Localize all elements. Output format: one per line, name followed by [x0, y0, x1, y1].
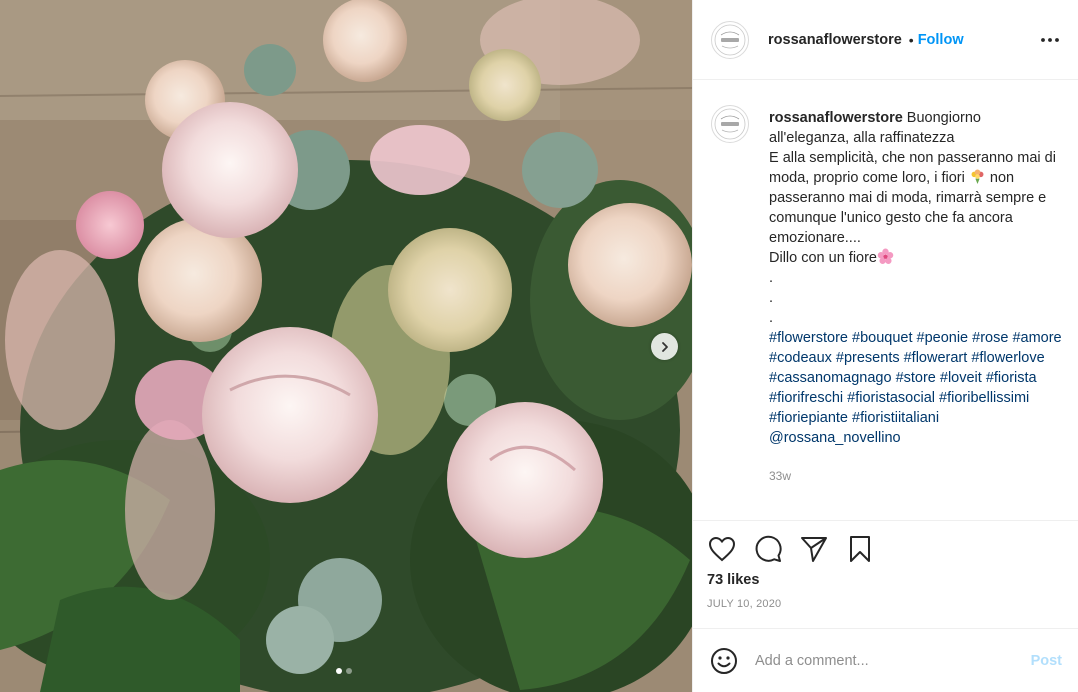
- action-icons: [707, 534, 1062, 564]
- instagram-post: rossanaflowerstore • Follow rossanaflowe…: [0, 0, 1078, 692]
- header-separator: •: [908, 31, 914, 48]
- caption-time-ago[interactable]: 33w: [769, 466, 1062, 486]
- caption-dots: . . .: [769, 270, 774, 326]
- bookmark-icon: [850, 536, 870, 562]
- more-options-button[interactable]: [1038, 28, 1062, 52]
- rossana-logo-icon: [714, 24, 746, 55]
- like-button[interactable]: [707, 534, 737, 564]
- chevron-right-icon: [661, 341, 668, 352]
- caption-avatar[interactable]: [711, 105, 749, 143]
- flower-bouquet-photo: [0, 0, 692, 692]
- post-date[interactable]: JULY 10, 2020: [707, 598, 1062, 610]
- rossana-logo-icon: [714, 108, 746, 140]
- likes-count[interactable]: 73 likes: [707, 572, 1062, 588]
- header-username[interactable]: rossanaflowerstore: [768, 32, 902, 48]
- add-comment-bar: Post: [693, 628, 1078, 692]
- heart-icon: [708, 536, 736, 562]
- bouquet-emoji-icon: [971, 169, 984, 184]
- comment-button[interactable]: [753, 534, 783, 564]
- comment-bubble-icon: [755, 535, 782, 562]
- carousel-dot: [346, 668, 352, 674]
- post-actions: 73 likes JULY 10, 2020: [693, 520, 1078, 628]
- more-horizontal-icon: [1041, 37, 1059, 42]
- save-button[interactable]: [845, 534, 875, 564]
- caption-mention[interactable]: @rossana_novellino: [769, 430, 901, 446]
- carousel-next-button[interactable]: [651, 333, 678, 360]
- post-comment-button[interactable]: Post: [1031, 653, 1062, 669]
- post-header: rossanaflowerstore • Follow: [693, 0, 1078, 80]
- smiley-face-icon: [711, 647, 737, 674]
- share-button[interactable]: [799, 534, 829, 564]
- carousel-indicator: [336, 668, 352, 674]
- follow-button[interactable]: Follow: [918, 32, 964, 48]
- caption-hashtags[interactable]: #flowerstore #bouquet #peonie #rose #amo…: [769, 330, 1062, 426]
- caption-row: rossanaflowerstore Buongiorno all'elegan…: [711, 105, 1062, 486]
- caption-username[interactable]: rossanaflowerstore: [769, 110, 903, 126]
- comment-input[interactable]: [755, 652, 1023, 669]
- paper-plane-icon: [801, 537, 827, 562]
- caption: rossanaflowerstore Buongiorno all'elegan…: [769, 108, 1062, 486]
- post-media[interactable]: [0, 0, 692, 692]
- comments-section: rossanaflowerstore Buongiorno all'elegan…: [693, 80, 1078, 520]
- carousel-dot-active: [336, 668, 342, 674]
- post-sidebar: rossanaflowerstore • Follow rossanaflowe…: [692, 0, 1078, 692]
- emoji-picker-button[interactable]: [709, 646, 739, 676]
- cherry-blossom-emoji-icon: [877, 248, 894, 264]
- avatar[interactable]: [711, 20, 749, 59]
